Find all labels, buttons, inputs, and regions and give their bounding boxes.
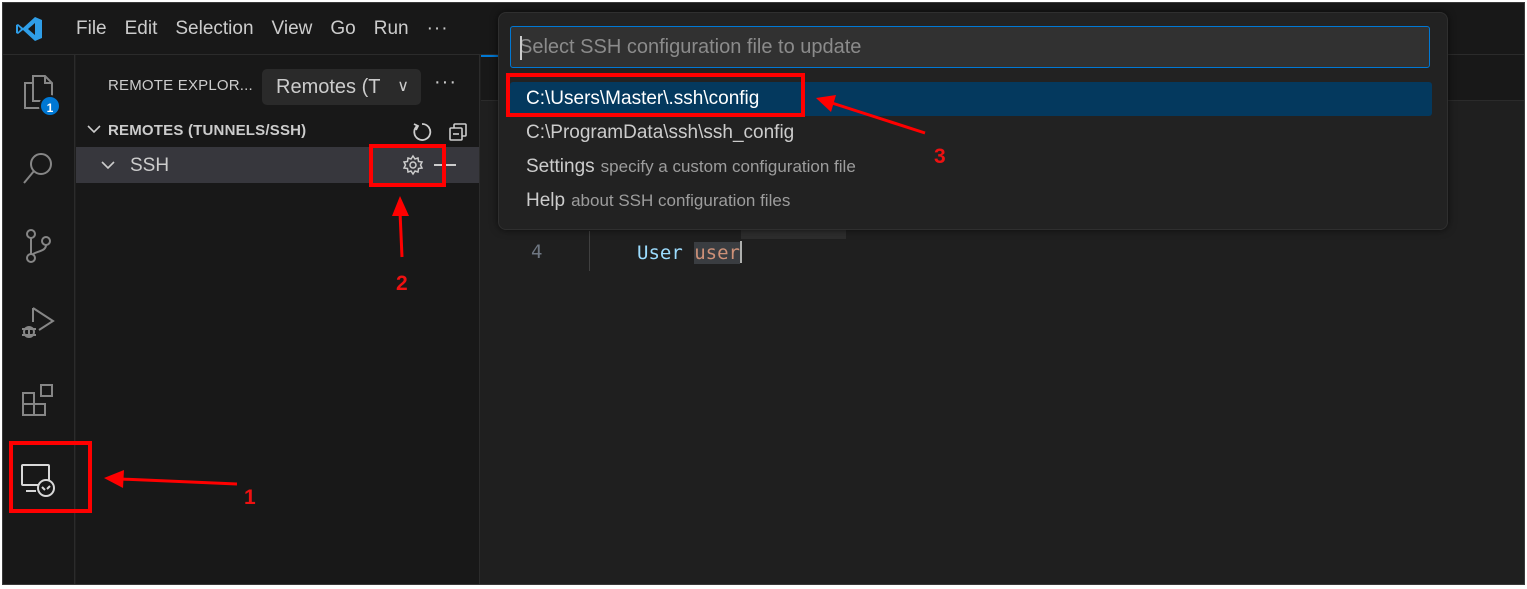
annotation-label-3: 3 [934,145,946,168]
text-cursor [739,241,742,263]
section-title: REMOTES (TUNNELS/SSH) [108,122,307,139]
section-remotes-header[interactable]: REMOTES (TUNNELS/SSH) [76,117,479,145]
activity-search[interactable] [15,145,61,191]
menu-go[interactable]: Go [321,3,364,55]
quick-pick: C:\Users\Master\.ssh\config C:\ProgramDa… [498,12,1448,230]
remotes-select-value: Remotes (T [276,76,381,98]
activity-run-debug[interactable] [15,300,61,346]
quick-pick-item-help[interactable]: Help about SSH configuration files [510,184,1432,218]
sidebar-title: REMOTE EXPLOR... [108,77,253,94]
menu-selection[interactable]: Selection [166,3,262,55]
remotes-select[interactable]: Remotes (T ∨ [262,69,421,105]
extensions-icon [22,384,53,416]
quick-pick-item-program-data-config[interactable]: C:\ProgramData\ssh\ssh_config [510,116,1432,150]
activity-extensions[interactable] [15,377,61,423]
explorer-badge: 1 [39,95,61,117]
menu-run[interactable]: Run [365,3,418,55]
quick-pick-item-settings[interactable]: Settings specify a custom configuration f… [510,150,1432,184]
code-line[interactable]: User user [637,241,742,264]
code-keyword: User [637,242,683,264]
quick-pick-item-label: Help [526,190,566,211]
chevron-down-icon [101,161,115,170]
annotation-box-2 [369,144,446,187]
collapse-all-icon[interactable] [447,121,469,143]
menu-file[interactable]: File [67,3,116,55]
activity-explorer[interactable]: 1 [15,69,61,117]
quick-pick-item-label: C:\ProgramData\ssh\ssh_config [526,122,795,143]
vscode-logo-icon [16,17,42,41]
menu-view[interactable]: View [263,3,322,55]
source-control-icon [26,229,51,263]
line-number: 4 [531,241,543,263]
run-debug-icon [22,307,55,338]
annotation-label-1: 1 [244,486,256,509]
quick-pick-item-description: about SSH configuration files [571,191,791,210]
annotation-box-3 [506,73,805,117]
quick-pick-item-description: specify a custom configuration file [600,157,856,176]
chevron-down-icon [87,125,101,134]
menu-bar: File Edit Selection View Go Run ··· [67,3,458,55]
refresh-icon[interactable] [411,121,433,143]
sidebar: REMOTE EXPLOR... Remotes (T ∨ ··· REMOTE… [76,55,480,584]
activity-source-control[interactable] [15,223,61,269]
chevron-down-icon: ∨ [397,78,409,95]
quick-pick-input[interactable] [510,26,1430,68]
annotation-label-2: 2 [396,272,408,295]
tree-item-label: SSH [130,155,170,176]
input-caret [520,36,522,60]
code-value: user [694,242,740,264]
indent-guide [589,231,590,271]
search-icon [23,153,52,184]
menu-more[interactable]: ··· [418,3,458,55]
sidebar-header: REMOTE EXPLOR... Remotes (T ∨ ··· [76,55,479,115]
more-actions-button[interactable]: ··· [434,71,457,94]
menu-edit[interactable]: Edit [116,3,167,55]
annotation-box-1 [9,441,92,513]
quick-pick-item-label: Settings [526,156,595,177]
